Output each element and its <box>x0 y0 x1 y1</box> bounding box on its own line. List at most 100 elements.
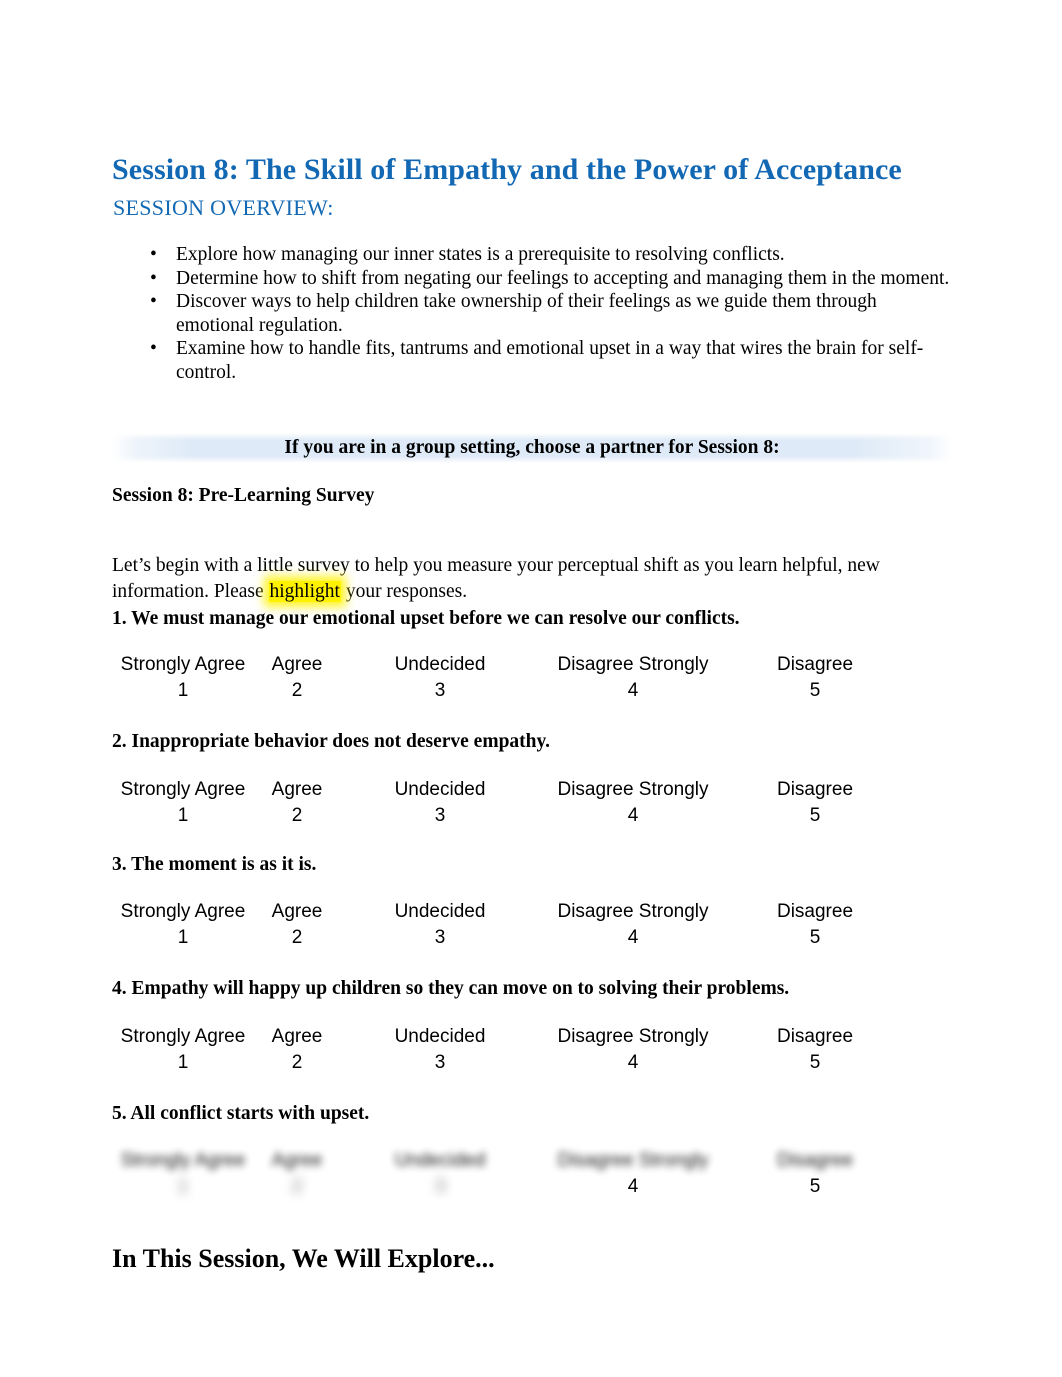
scale-label: Undecided <box>394 1150 486 1171</box>
scale-option-3[interactable]: Undecided 3 <box>395 1148 486 1199</box>
scale-label: Agree <box>271 1150 323 1171</box>
bullet-icon: • <box>150 244 157 265</box>
scale-number: 4 <box>627 1176 639 1197</box>
list-item-text: Discover ways to help children take owne… <box>176 291 877 336</box>
scale-label: Disagree <box>776 901 854 922</box>
bullet-icon: • <box>150 267 157 289</box>
scale-label: Undecided <box>394 901 486 922</box>
scale-number: 4 <box>627 1052 639 1073</box>
scale-number: 3 <box>434 1176 446 1197</box>
bullet-icon: • <box>150 338 157 359</box>
scale-option-3[interactable]: Undecided 3 <box>395 652 486 703</box>
scale-option-1[interactable]: Strongly Agree 1 <box>121 1148 246 1199</box>
scale-label: Disagree <box>776 1150 854 1171</box>
scale-option-4[interactable]: Disagree Strongly 4 <box>557 899 708 950</box>
survey-scale-2: Strongly Agree 1 Agree 2 Undecided 3 Dis… <box>112 777 952 831</box>
survey-intro-paragraph: Let’s begin with a little survey to help… <box>112 553 952 605</box>
scale-number: 5 <box>809 805 821 826</box>
intro-text-before: Let’s begin with a little survey to help… <box>112 554 880 602</box>
survey-question-1: 1. We must manage our emotional upset be… <box>112 608 740 629</box>
scale-label: Strongly Agree <box>120 654 246 675</box>
bullet-icon: • <box>150 291 157 312</box>
scale-label: Disagree Strongly <box>557 1026 709 1047</box>
scale-label: Strongly Agree <box>120 1026 246 1047</box>
scale-option-5[interactable]: Disagree 5 <box>777 652 853 703</box>
survey-question-4: 4. Empathy will happy up children so the… <box>112 978 790 999</box>
survey-question-3: 3. The moment is as it is. <box>112 854 317 875</box>
scale-number: 4 <box>627 927 639 948</box>
scale-label: Disagree Strongly <box>557 779 709 800</box>
session-overview-list: • Explore how managing our inner states … <box>112 243 950 384</box>
scale-option-4[interactable]: Disagree Strongly 4 <box>557 777 708 828</box>
scale-label: Strongly Agree <box>120 779 246 800</box>
scale-label: Disagree <box>776 1026 854 1047</box>
scale-number: 2 <box>291 680 303 701</box>
scale-number: 1 <box>177 1176 189 1197</box>
scale-number: 3 <box>434 1052 446 1073</box>
scale-option-5[interactable]: Disagree 5 <box>777 1148 853 1199</box>
scale-option-1[interactable]: Strongly Agree 1 <box>121 777 246 828</box>
list-item: • Determine how to shift from negating o… <box>112 267 950 291</box>
scale-option-5[interactable]: Disagree 5 <box>777 1024 853 1075</box>
scale-label: Disagree <box>776 654 854 675</box>
scale-option-4[interactable]: Disagree Strongly 4 <box>557 1148 708 1199</box>
scale-label: Undecided <box>394 779 486 800</box>
scale-label: Undecided <box>394 1026 486 1047</box>
list-item: • Discover ways to help children take ow… <box>112 290 950 337</box>
scale-option-1[interactable]: Strongly Agree 1 <box>121 1024 246 1075</box>
scale-option-5[interactable]: Disagree 5 <box>777 899 853 950</box>
scale-number: 1 <box>177 1052 189 1073</box>
scale-number: 5 <box>809 680 821 701</box>
scale-label: Disagree Strongly <box>557 654 709 675</box>
scale-option-1[interactable]: Strongly Agree 1 <box>121 899 246 950</box>
scale-label: Agree <box>271 654 323 675</box>
session-overview-heading: SESSION OVERVIEW: <box>113 195 334 220</box>
list-item-text: Explore how managing our inner states is… <box>176 244 785 265</box>
scale-number: 3 <box>434 927 446 948</box>
scale-number: 4 <box>627 805 639 826</box>
scale-option-3[interactable]: Undecided 3 <box>395 777 486 828</box>
group-setting-banner-text: If you are in a group setting, choose a … <box>284 437 780 458</box>
page-title: Session 8: The Skill of Empathy and the … <box>112 153 902 187</box>
scale-option-5[interactable]: Disagree 5 <box>777 777 853 828</box>
scale-option-2[interactable]: Agree 2 <box>272 1024 323 1075</box>
scale-number: 1 <box>177 805 189 826</box>
scale-option-2[interactable]: Agree 2 <box>272 652 323 703</box>
list-item: • Examine how to handle fits, tantrums a… <box>112 337 950 384</box>
survey-scale-3: Strongly Agree 1 Agree 2 Undecided 3 Dis… <box>112 899 952 953</box>
scale-number: 3 <box>434 680 446 701</box>
scale-label: Strongly Agree <box>120 1150 246 1171</box>
scale-option-2[interactable]: Agree 2 <box>272 1148 323 1199</box>
scale-label: Disagree Strongly <box>557 901 709 922</box>
scale-number: 4 <box>627 680 639 701</box>
scale-option-3[interactable]: Undecided 3 <box>395 899 486 950</box>
highlighted-word: highlight <box>268 580 341 602</box>
scale-number: 1 <box>177 927 189 948</box>
scale-label: Undecided <box>394 654 486 675</box>
scale-label: Disagree Strongly <box>557 1150 709 1171</box>
scale-number: 5 <box>809 1176 821 1197</box>
scale-number: 3 <box>434 805 446 826</box>
scale-option-4[interactable]: Disagree Strongly 4 <box>557 1024 708 1075</box>
list-item-text: Determine how to shift from negating our… <box>176 267 950 289</box>
scale-label: Agree <box>271 901 323 922</box>
scale-number: 1 <box>177 680 189 701</box>
pre-learning-survey-heading: Session 8: Pre-Learning Survey <box>112 485 375 506</box>
scale-label: Strongly Agree <box>120 901 246 922</box>
list-item-text: Examine how to handle fits, tantrums and… <box>176 338 924 383</box>
scale-label: Agree <box>271 779 323 800</box>
scale-option-1[interactable]: Strongly Agree 1 <box>121 652 246 703</box>
survey-scale-4: Strongly Agree 1 Agree 2 Undecided 3 Dis… <box>112 1024 952 1078</box>
closing-heading: In This Session, We Will Explore... <box>112 1243 495 1273</box>
scale-option-2[interactable]: Agree 2 <box>272 777 323 828</box>
scale-option-2[interactable]: Agree 2 <box>272 899 323 950</box>
scale-number: 2 <box>291 1176 303 1197</box>
survey-scale-5: Strongly Agree 1 Agree 2 Undecided 3 Dis… <box>112 1148 952 1202</box>
scale-option-4[interactable]: Disagree Strongly 4 <box>557 652 708 703</box>
scale-option-3[interactable]: Undecided 3 <box>395 1024 486 1075</box>
list-item: • Explore how managing our inner states … <box>112 243 950 267</box>
scale-number: 2 <box>291 805 303 826</box>
survey-scale-1: Strongly Agree 1 Agree 2 Undecided 3 Dis… <box>112 652 952 706</box>
scale-number: 2 <box>291 927 303 948</box>
survey-question-2: 2. Inappropriate behavior does not deser… <box>112 731 551 752</box>
